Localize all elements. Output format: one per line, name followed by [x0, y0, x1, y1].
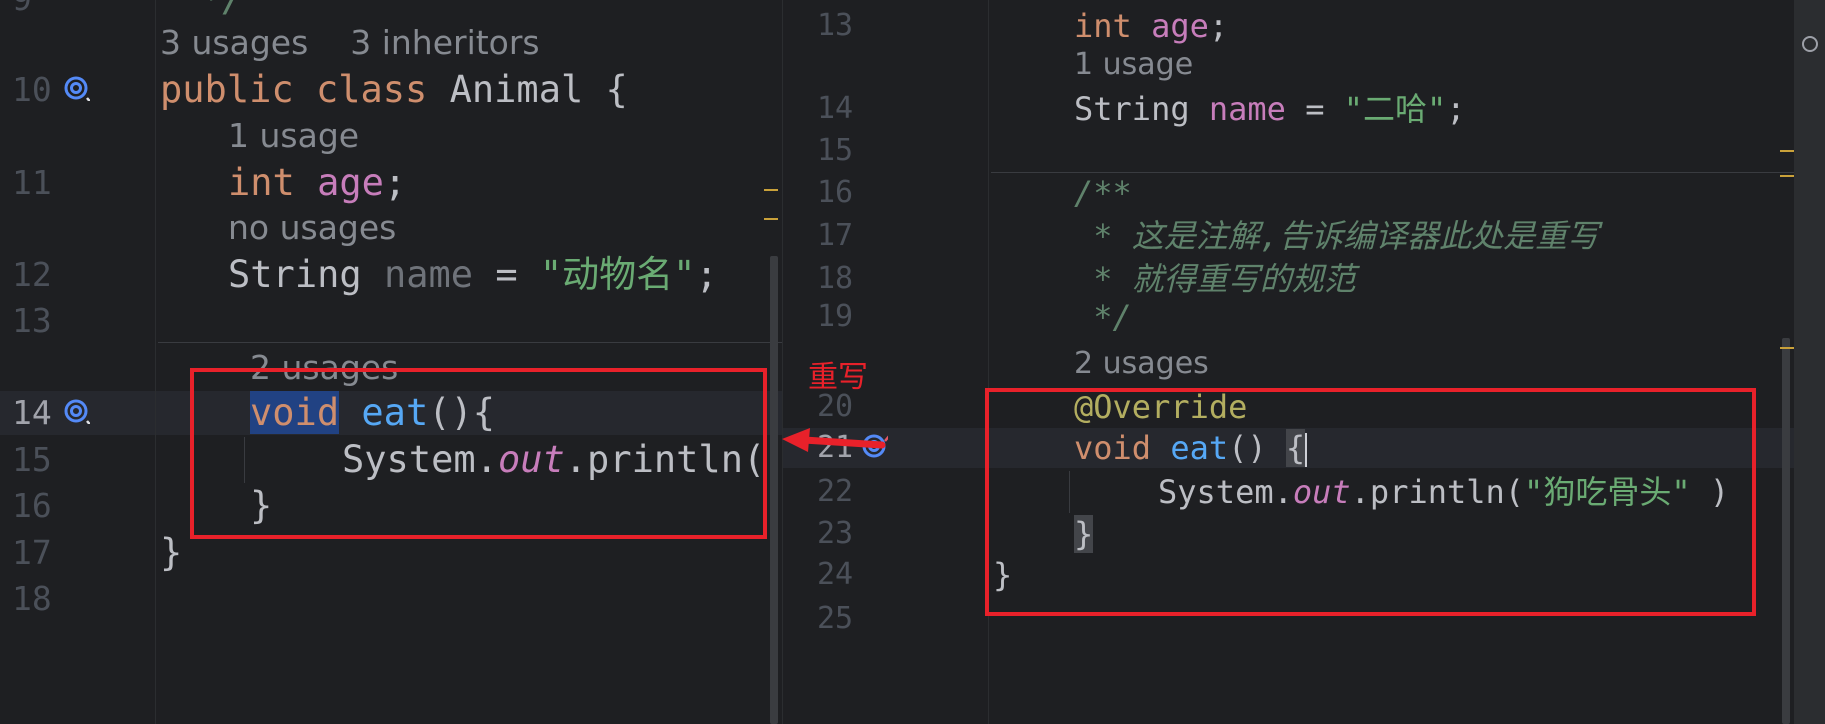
code-token: ;	[383, 161, 407, 204]
gutter-separator	[155, 0, 156, 724]
tool-window-icon[interactable]	[1802, 36, 1818, 52]
code-token: age	[317, 161, 384, 204]
line-number: 14	[817, 91, 854, 126]
code-line[interactable]: */	[1074, 296, 1132, 338]
code-line[interactable]: * 就得重写的规范	[1074, 258, 1356, 300]
usage-hint[interactable]: 2 usages	[1074, 343, 1209, 385]
vertical-scrollbar[interactable]	[1782, 338, 1790, 724]
line-number: 14	[12, 393, 52, 432]
code-token: }	[160, 531, 183, 574]
line-number: 16	[817, 175, 854, 210]
warning-marker[interactable]	[1780, 150, 1794, 152]
line-number: 19	[817, 299, 854, 334]
code-line[interactable]: String name = "二哈";	[1074, 88, 1466, 130]
code-line[interactable]: int age;	[1074, 5, 1228, 47]
line-number: 13	[12, 301, 52, 340]
code-line[interactable]: public class Animal {	[160, 67, 628, 113]
code-token: /**	[1074, 174, 1132, 212]
line-number: 13	[817, 8, 854, 43]
line-number: 15	[12, 440, 52, 479]
usage-hint[interactable]: no usages	[228, 205, 396, 251]
implemented-down-icon[interactable]	[64, 75, 90, 101]
line-number: 18	[817, 261, 854, 296]
usage-hint[interactable]: 1 usage	[1074, 44, 1193, 86]
code-token: name	[383, 253, 474, 296]
method-separator	[158, 342, 782, 343]
line-number: 11	[12, 163, 52, 202]
line-number: 17	[12, 533, 52, 572]
code-token: String	[1074, 90, 1209, 128]
usage-hint[interactable]: 1 usage	[228, 113, 359, 159]
usage-hint[interactable]: 3 usages 3 inheritors	[160, 20, 540, 66]
warning-marker[interactable]	[764, 189, 778, 191]
line-number: 12	[12, 255, 52, 294]
code-token: "动物名"	[539, 253, 696, 296]
code-token: String	[228, 253, 384, 296]
code-token: {	[605, 68, 628, 111]
line-number: 24	[817, 557, 854, 592]
code-token: public	[160, 68, 316, 111]
line-number: 18	[12, 579, 52, 618]
code-token: age	[1151, 7, 1209, 45]
code-token: */	[1074, 298, 1132, 336]
code-line[interactable]: int age;	[228, 160, 406, 206]
comment-end: */	[200, 0, 245, 22]
line-number: 9	[12, 0, 32, 22]
arrow-icon	[782, 428, 886, 452]
code-line[interactable]: /**	[1074, 172, 1132, 214]
code-token: * 这是注解,告诉编译器此处是重写	[1074, 217, 1600, 255]
highlight-box-override-method	[985, 388, 1756, 616]
line-number: 25	[817, 601, 854, 636]
code-token: "二哈"	[1343, 90, 1447, 128]
code-line[interactable]: * 这是注解,告诉编译器此处是重写	[1074, 215, 1599, 257]
code-line[interactable]: String name = "动物名";	[228, 252, 718, 298]
code-token: Animal	[449, 68, 606, 111]
annotation-label: 重写	[808, 360, 868, 395]
implemented-down-icon[interactable]	[64, 398, 90, 424]
warning-marker[interactable]	[1780, 175, 1794, 177]
code-token: class	[315, 68, 450, 111]
line-number: 22	[817, 474, 854, 509]
code-token: ;	[1446, 90, 1466, 128]
code-token: int	[1074, 7, 1152, 45]
line-number: 15	[817, 133, 854, 168]
vertical-scrollbar[interactable]	[770, 256, 778, 724]
line-number: 16	[12, 486, 52, 525]
code-line[interactable]: }	[160, 530, 182, 576]
code-token: =	[473, 253, 540, 296]
warning-marker[interactable]	[764, 218, 778, 220]
line-number: 17	[817, 218, 854, 253]
line-number: 23	[817, 516, 854, 551]
warning-marker[interactable]	[1780, 347, 1794, 349]
code-token: * 就得重写的规范	[1074, 260, 1356, 298]
highlight-box-parent-method	[190, 368, 767, 539]
line-number: 10	[12, 70, 52, 109]
code-token: name	[1208, 90, 1286, 128]
code-token: ;	[695, 253, 718, 296]
code-token: int	[228, 161, 318, 204]
right-tool-strip	[1794, 0, 1825, 724]
code-token: ;	[1208, 7, 1229, 45]
left-editor-pane[interactable]: 9 */ 3 usages 3 inheritors 10 public class…	[0, 0, 782, 724]
code-token: =	[1285, 90, 1344, 128]
